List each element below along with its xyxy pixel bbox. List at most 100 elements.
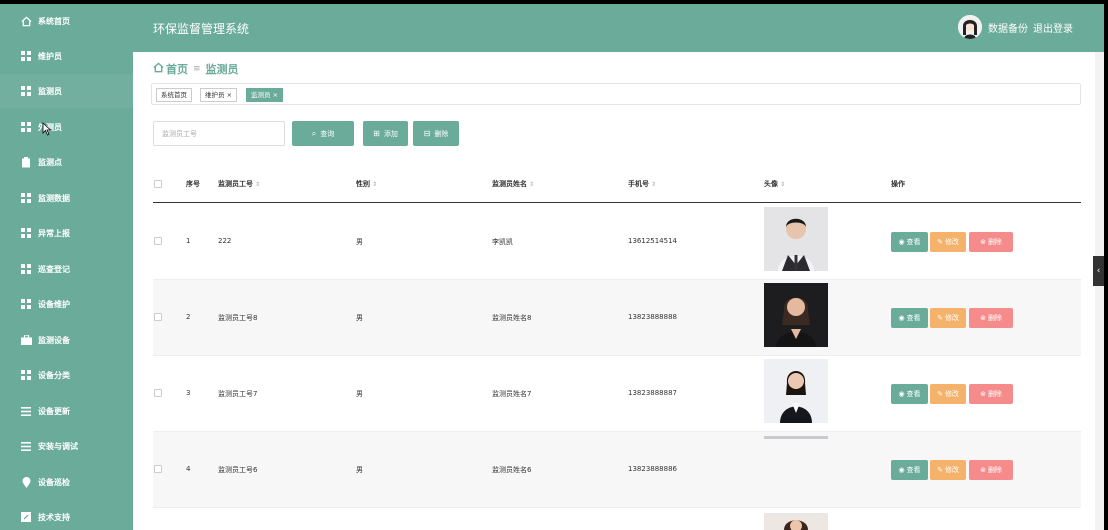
edit-button[interactable]: ✎ 修改 [930, 232, 966, 252]
query-button[interactable]: ⌕ 查询 [292, 121, 354, 146]
sidebar-item-tech-support[interactable]: 技术支持 [0, 500, 133, 530]
table-row: 2 监测员工号8 男 监测员姓名8 13823888888 ◉ 查看 ✎ 修改 ⊗ 删… [153, 280, 1081, 356]
sidebar-item-home[interactable]: 系统首页 [0, 4, 133, 38]
delete-button[interactable]: ⊗ 删除 [969, 232, 1013, 252]
home-icon [153, 62, 164, 76]
sort-icon[interactable]: ⇕ [529, 181, 534, 188]
list-icon [20, 440, 32, 452]
delete-button[interactable]: ⊗ 删除 [969, 384, 1013, 404]
minus-square-icon: ⊟ [423, 129, 431, 138]
grid-icon [20, 298, 32, 310]
col-phone[interactable]: 手机号 ⇕ [628, 179, 656, 189]
add-button[interactable]: ⊞ 添加 [363, 121, 408, 146]
grid-icon [20, 50, 32, 62]
sidebar-item-install-debug[interactable]: 安装与调试 [0, 429, 133, 463]
batch-delete-button[interactable]: ⊟ 删除 [413, 121, 459, 146]
cell-id: 监测员工号6 [218, 466, 258, 474]
sidebar-item-monitor[interactable]: 监测员 [0, 74, 133, 108]
logout-link[interactable]: 退出登录 [1033, 20, 1073, 35]
sidebar-item-label: 设备巡检 [38, 477, 70, 487]
view-button[interactable]: ◉ 查看 [891, 232, 928, 252]
avatar-photo [764, 513, 828, 530]
col-index: 序号 [186, 180, 200, 188]
tag-home[interactable]: 系统首页 [156, 88, 192, 102]
table-header: 序号 监测员工号 ⇕ 性别 ⇕ 监测员姓名 ⇕ 手机号 ⇕ 头像 ⇕ 操作 [153, 164, 1081, 203]
sidebar-item-device-update[interactable]: 设备更新 [0, 394, 133, 428]
table-row [153, 508, 1081, 530]
close-circle-icon: ⊗ [980, 466, 986, 474]
sidebar-item-monitor-point[interactable]: 监测点 [0, 145, 133, 179]
tag-maintainer[interactable]: 维护员 × [200, 88, 238, 102]
briefcase-icon [20, 334, 32, 346]
cell-gender: 男 [356, 314, 363, 322]
row-checkbox[interactable] [154, 389, 162, 397]
sidebar-item-device-maintenance[interactable]: 设备维护 [0, 287, 133, 321]
sidebar-item-external[interactable]: 外测员 [0, 110, 133, 144]
edit-button[interactable]: ✎ 修改 [930, 460, 966, 480]
sort-icon[interactable]: ⇕ [255, 181, 260, 188]
view-button[interactable]: ◉ 查看 [891, 460, 928, 480]
sidebar-item-device-category[interactable]: 设备分类 [0, 358, 133, 392]
view-button[interactable]: ◉ 查看 [891, 384, 928, 404]
cell-id: 监测员工号7 [218, 390, 258, 398]
tag-monitor[interactable]: 监测员 × [246, 88, 284, 102]
grid-icon [20, 369, 32, 381]
tags-bar: 系统首页 维护员 × 监测员 × [151, 83, 1081, 105]
grid-icon [20, 192, 32, 204]
edit-button[interactable]: ✎ 修改 [930, 308, 966, 328]
delete-button[interactable]: ⊗ 删除 [969, 308, 1013, 328]
search-icon: ⌕ [311, 128, 317, 138]
row-checkbox[interactable] [154, 237, 162, 245]
sidebar-item-label: 监测数据 [38, 193, 70, 203]
table-row: 1 222 男 李凯凯 13612514514 ◉ 查看 ✎ 修改 ⊗ 删除 [153, 204, 1081, 280]
cell-gender: 男 [356, 466, 363, 474]
avatar-photo [764, 359, 828, 423]
table-row: 4 监测员工号6 男 监测员姓名6 13823888886 ◉ 查看 ✎ 修改 ⊗ 删… [153, 432, 1081, 508]
user-avatar[interactable] [958, 15, 982, 39]
cell-phone: 13823888887 [628, 389, 677, 397]
eye-icon: ◉ [898, 390, 905, 398]
sort-icon[interactable]: ⇕ [651, 181, 656, 188]
cell-name: 李凯凯 [492, 238, 513, 246]
scrollbar[interactable] [1095, 52, 1104, 530]
sidebar-item-maintainer[interactable]: 维护员 [0, 39, 133, 73]
close-circle-icon: ⊗ [980, 238, 986, 246]
breadcrumb-home[interactable]: 首页 [166, 61, 188, 77]
sidebar-item-patrol-register[interactable]: 巡查登记 [0, 252, 133, 286]
sidebar-item-monitor-data[interactable]: 监测数据 [0, 181, 133, 215]
sidebar-item-anomaly-report[interactable]: 异常上报 [0, 216, 133, 250]
col-id[interactable]: 监测员工号 ⇕ [218, 179, 260, 189]
data-backup-link[interactable]: 数据备份 [988, 20, 1028, 35]
sort-icon[interactable]: ⇕ [372, 181, 377, 188]
collapse-toggle[interactable]: ‹ [1093, 256, 1104, 286]
sidebar-item-label: 安装与调试 [38, 441, 78, 451]
sort-icon[interactable]: ⇕ [780, 181, 785, 188]
table-row: 3 监测员工号7 男 监测员姓名7 13823888887 ◉ 查看 ✎ 修改 ⊗ 删… [153, 356, 1081, 432]
grid-icon [20, 121, 32, 133]
col-avatar[interactable]: 头像 ⇕ [764, 179, 785, 189]
sidebar-item-monitor-device[interactable]: 监测设备 [0, 323, 133, 357]
delete-button[interactable]: ⊗ 删除 [969, 460, 1013, 480]
sidebar-item-label: 设备更新 [38, 406, 70, 416]
col-name[interactable]: 监测员姓名 ⇕ [492, 179, 534, 189]
eye-icon: ◉ [898, 238, 905, 246]
view-button[interactable]: ◉ 查看 [891, 308, 928, 328]
sidebar-item-device-inspection[interactable]: 设备巡检 [0, 465, 133, 499]
edit-button[interactable]: ✎ 修改 [930, 384, 966, 404]
sidebar-item-label: 设备维护 [38, 299, 70, 309]
search-input[interactable] [153, 121, 285, 146]
chevron-left-icon: ‹ [1096, 266, 1101, 276]
cell-index: 3 [186, 389, 191, 397]
row-checkbox[interactable] [154, 465, 162, 473]
edit-icon: ✎ [937, 466, 943, 474]
close-circle-icon: ⊗ [980, 390, 986, 398]
plus-square-icon: ⊞ [373, 129, 380, 138]
cell-name: 监测员姓名8 [492, 314, 532, 322]
edit-icon: ✎ [937, 314, 943, 322]
row-checkbox[interactable] [154, 313, 162, 321]
select-all-checkbox[interactable] [154, 180, 162, 188]
sidebar-item-label: 系统首页 [38, 16, 70, 26]
batch-delete-button-label: 删除 [434, 129, 449, 138]
cell-phone: 13612514514 [628, 237, 677, 245]
col-gender[interactable]: 性别 ⇕ [356, 179, 377, 189]
